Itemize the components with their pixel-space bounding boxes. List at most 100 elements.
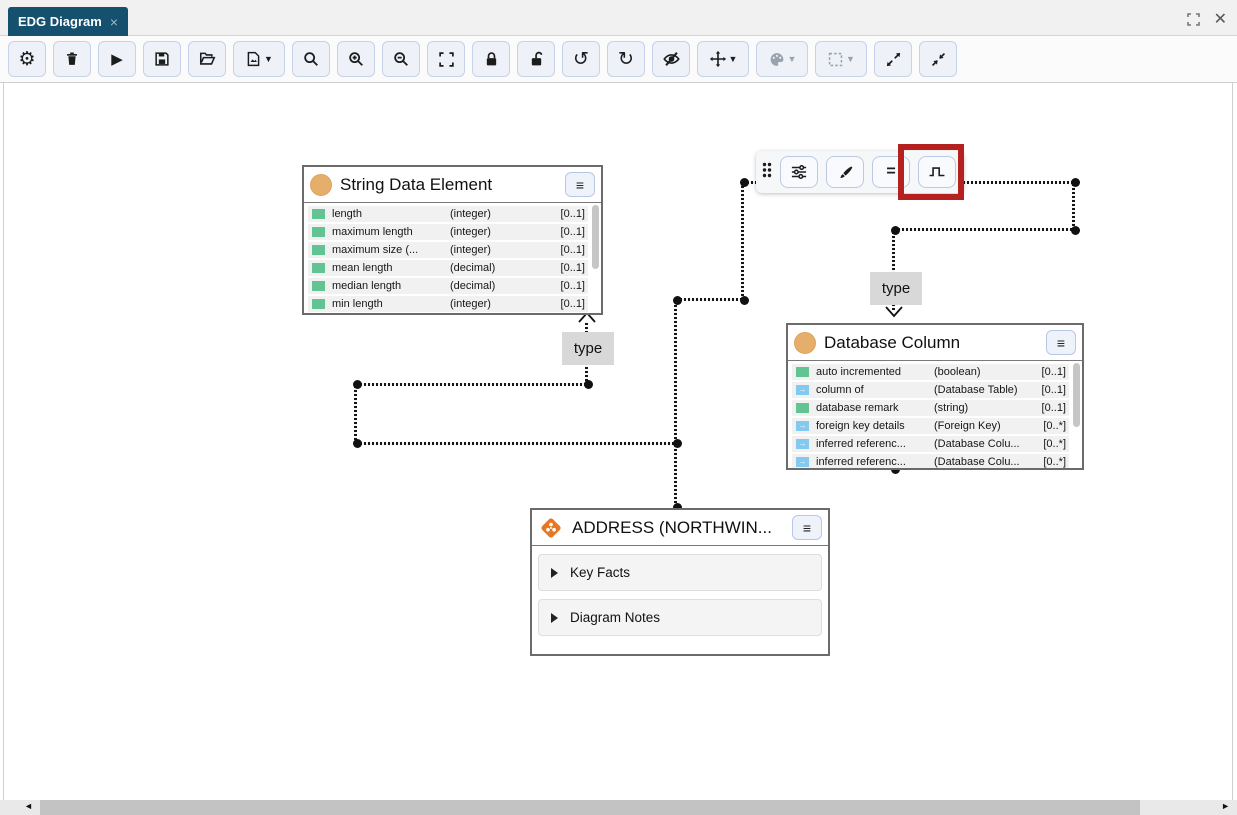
settings-button[interactable]: ⚙ — [8, 41, 46, 77]
edge-address-stringelement[interactable] — [356, 442, 676, 445]
edge-waypoint[interactable] — [673, 296, 682, 305]
scrollbar-thumb[interactable] — [592, 205, 599, 269]
search-button[interactable] — [292, 41, 330, 77]
move-button[interactable]: ▼ — [697, 41, 749, 77]
attribute-row[interactable]: maximum size (... (integer) [0..1] — [308, 242, 588, 258]
edge-address-dbcolumn[interactable] — [741, 182, 744, 300]
section-diagram-notes[interactable]: Diagram Notes — [538, 599, 822, 636]
edge-waypoint[interactable] — [1071, 226, 1080, 235]
selection-button[interactable]: ▼ — [815, 41, 867, 77]
attribute-row[interactable]: length (integer) [0..1] — [308, 206, 588, 222]
diagram-canvas[interactable]: type type String Data Element ≡ length (… — [3, 83, 1233, 800]
edge-label-type[interactable]: type — [562, 332, 614, 365]
edge-waypoint[interactable] — [1071, 178, 1080, 187]
section-key-facts[interactable]: Key Facts — [538, 554, 822, 591]
scrollbar-thumb[interactable] — [1073, 363, 1080, 427]
tab-bar: EDG Diagram × ✕ — [0, 0, 1237, 36]
unlock-button[interactable] — [517, 41, 555, 77]
caret-down-icon: ▼ — [264, 54, 273, 64]
delete-button[interactable] — [53, 41, 91, 77]
node-attribute-list: length (integer) [0..1] maximum length (… — [304, 203, 601, 313]
node-menu-button[interactable]: ≡ — [792, 515, 822, 540]
attribute-row[interactable]: auto incremented (boolean) [0..1] — [792, 364, 1069, 380]
relation-icon: → — [796, 457, 809, 467]
save-button[interactable] — [143, 41, 181, 77]
attribute-icon — [796, 403, 809, 413]
attribute-row[interactable]: min length (integer) [0..1] — [308, 296, 588, 312]
edge-address-dbcolumn[interactable] — [674, 300, 677, 507]
tab-edg-diagram[interactable]: EDG Diagram × — [8, 7, 128, 36]
zoom-out-button[interactable] — [382, 41, 420, 77]
node-header[interactable]: ADDRESS (NORTHWIN... ≡ — [532, 510, 828, 546]
edge-waypoint[interactable] — [353, 439, 362, 448]
collapse-button[interactable] — [919, 41, 957, 77]
undo-button[interactable]: ↺ — [562, 41, 600, 77]
fullscreen-icon[interactable] — [1187, 13, 1200, 26]
edge-waypoint[interactable] — [740, 296, 749, 305]
edge-address-dbcolumn[interactable] — [1072, 182, 1075, 230]
class-icon — [310, 174, 332, 196]
attribute-icon — [312, 299, 325, 309]
edge-waypoint[interactable] — [673, 439, 682, 448]
brush-button[interactable] — [826, 156, 864, 188]
horizontal-scrollbar[interactable]: ◄ ► — [0, 800, 1237, 815]
expand-button[interactable] — [874, 41, 912, 77]
attribute-row[interactable]: → inferred referenc... (Database Colu...… — [792, 436, 1069, 452]
node-menu-button[interactable]: ≡ — [1046, 330, 1076, 355]
redo-button[interactable]: ↻ — [607, 41, 645, 77]
lock-button[interactable] — [472, 41, 510, 77]
node-scrollbar[interactable] — [591, 203, 600, 313]
node-database-column[interactable]: Database Column ≡ auto incremented (bool… — [786, 323, 1084, 470]
edge-waypoint[interactable] — [353, 380, 362, 389]
drag-handle-icon[interactable] — [762, 162, 772, 183]
relation-icon: → — [796, 439, 809, 449]
relation-icon: → — [796, 385, 809, 395]
node-scrollbar[interactable] — [1072, 361, 1081, 468]
close-icon[interactable]: ✕ — [1214, 13, 1227, 26]
edge-address-stringelement[interactable] — [356, 383, 588, 386]
caret-down-icon: ▼ — [846, 54, 855, 64]
node-menu-button[interactable]: ≡ — [565, 172, 595, 197]
attribute-row[interactable]: median length (decimal) [0..1] — [308, 278, 588, 294]
instance-diamond-icon — [538, 515, 564, 541]
edge-waypoint[interactable] — [584, 380, 593, 389]
hide-button[interactable] — [652, 41, 690, 77]
export-image-button[interactable]: ▼ — [233, 41, 285, 77]
attribute-row[interactable]: mean length (decimal) [0..1] — [308, 260, 588, 276]
scrollbar-thumb[interactable] — [40, 800, 1140, 815]
node-address[interactable]: ADDRESS (NORTHWIN... ≡ Key Facts Diagram… — [530, 508, 830, 656]
attribute-icon — [312, 281, 325, 291]
edge-address-stringelement[interactable] — [354, 385, 357, 444]
edge-address-dbcolumn[interactable] — [894, 228, 1075, 231]
expand-triangle-icon — [551, 613, 558, 623]
zoom-in-button[interactable] — [337, 41, 375, 77]
attribute-row[interactable]: → column of (Database Table) [0..1] — [792, 382, 1069, 398]
node-header[interactable]: String Data Element ≡ — [304, 167, 601, 203]
edge-waypoint[interactable] — [891, 226, 900, 235]
scroll-right-icon[interactable]: ► — [1221, 801, 1230, 811]
scroll-left-icon[interactable]: ◄ — [24, 801, 33, 811]
node-attribute-list: auto incremented (boolean) [0..1] → colu… — [788, 361, 1082, 468]
node-header[interactable]: Database Column ≡ — [788, 325, 1082, 361]
run-button[interactable]: ▶ — [98, 41, 136, 77]
attribute-row[interactable]: → foreign key details (Foreign Key) [0..… — [792, 418, 1069, 434]
tab-close-icon[interactable]: × — [110, 14, 118, 30]
main-toolbar: ⚙ ▶ ▼ ↺ ↻ ▼ ▼ ▼ — [0, 36, 1237, 83]
caret-down-icon: ▼ — [788, 54, 797, 64]
edge-address-dbcolumn[interactable] — [676, 298, 745, 301]
caret-down-icon: ▼ — [729, 54, 738, 64]
edge-waypoint[interactable] — [740, 178, 749, 187]
adjustments-button[interactable] — [780, 156, 818, 188]
attribute-row[interactable]: maximum length (integer) [0..1] — [308, 224, 588, 240]
node-title: ADDRESS (NORTHWIN... — [572, 518, 784, 538]
fit-screen-button[interactable] — [427, 41, 465, 77]
open-button[interactable] — [188, 41, 226, 77]
attribute-row[interactable]: → inferred referenc... (Database Colu...… — [792, 454, 1069, 468]
node-title: Database Column — [824, 333, 1038, 353]
attribute-row[interactable]: database remark (string) [0..1] — [792, 400, 1069, 416]
tab-label: EDG Diagram — [18, 14, 102, 29]
class-icon — [794, 332, 816, 354]
node-string-data-element[interactable]: String Data Element ≡ length (integer) [… — [302, 165, 603, 315]
palette-button[interactable]: ▼ — [756, 41, 808, 77]
edge-label-type[interactable]: type — [870, 272, 922, 305]
